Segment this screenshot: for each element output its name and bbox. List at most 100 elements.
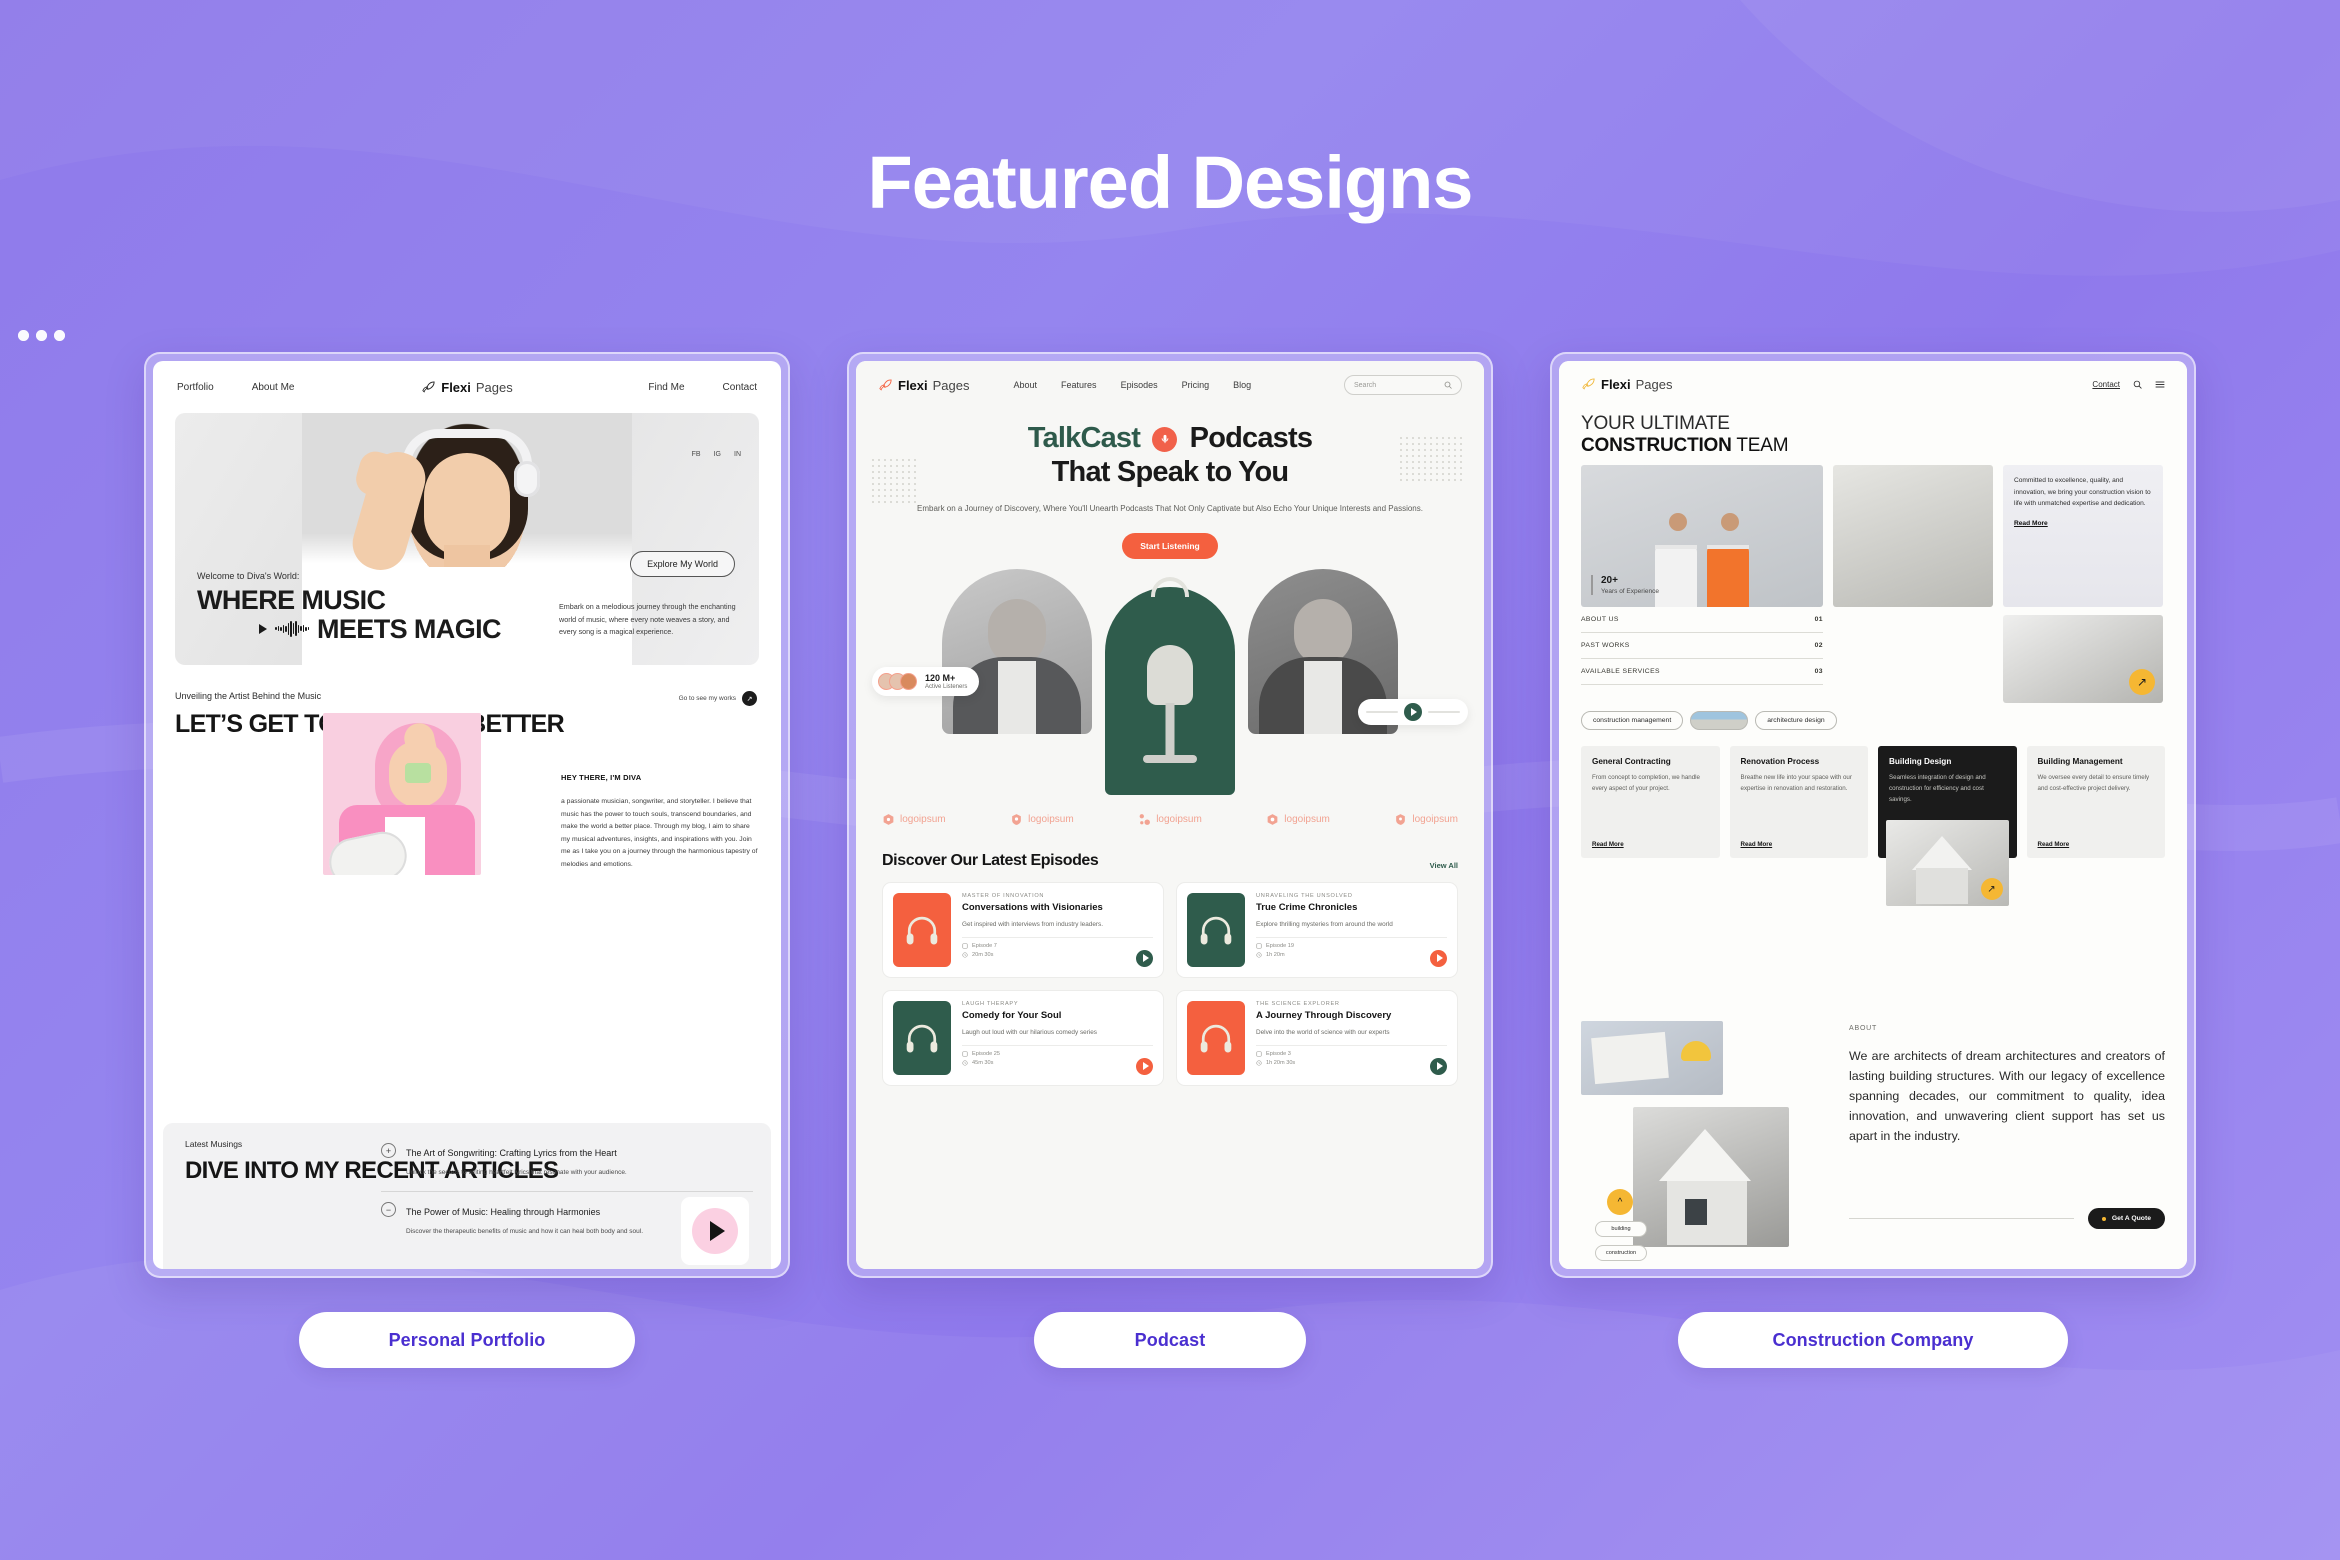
episode-card[interactable]: THE SCIENCE EXPLORER A Journey Through D…	[1176, 989, 1458, 1086]
service-desc: Seamless integration of design and const…	[1889, 774, 1986, 803]
menu-row-about-us[interactable]: ABOUT US 01	[1581, 607, 1823, 633]
mini-tag-construction[interactable]: construction	[1595, 1245, 1647, 1261]
social-ig[interactable]: IG	[714, 451, 721, 458]
arrow-up-right-icon: ↗	[742, 691, 757, 706]
episode-icon	[1256, 1051, 1262, 1057]
service-card-general-contracting[interactable]: General Contracting From concept to comp…	[1581, 746, 1720, 858]
player-play-button[interactable]	[1404, 702, 1422, 721]
design-card-construction-company[interactable]: Flexi Pages Contact YOUR ULTIMATE CONSTRU…	[18, 329, 2196, 1368]
plus-icon[interactable]: +	[381, 1143, 396, 1158]
accordion-title: The Art of Songwriting: Crafting Lyrics …	[406, 1148, 617, 1158]
episode-kicker: THE SCIENCE EXPLORER	[1256, 1000, 1340, 1007]
stat-number: 120 M+	[925, 672, 956, 683]
hamburger-menu-icon[interactable]	[2155, 380, 2165, 389]
get-a-quote-button[interactable]: Get A Quote	[2087, 1208, 2165, 1229]
nav-item-contact[interactable]: Contact	[723, 382, 757, 393]
hero-text-block: Welcome to Diva's World: WHERE MUSIC MEE…	[197, 571, 502, 643]
episode-kicker: MASTER OF INNOVATION	[962, 892, 1045, 899]
nav-item-contact[interactable]: Contact	[2092, 380, 2120, 389]
card-label-personal-portfolio[interactable]: Personal Portfolio	[299, 1312, 635, 1368]
start-listening-button[interactable]: Start Listening	[1122, 532, 1218, 559]
construction-site: Flexi Pages Contact YOUR ULTIMATE CONSTRU…	[1559, 361, 2187, 1269]
arrow-up-right-button[interactable]: ↗	[1980, 878, 2003, 900]
nav-item-about-me[interactable]: About Me	[252, 382, 295, 393]
browser-frame-3: Flexi Pages Contact YOUR ULTIMATE CONSTRU…	[18, 329, 2196, 1278]
card-label-podcast[interactable]: Podcast	[1034, 1312, 1306, 1368]
service-title: Renovation Process	[1740, 757, 1820, 766]
nav-item-pricing[interactable]: Pricing	[1182, 380, 1210, 390]
service-read-more[interactable]: Read More	[2038, 841, 2070, 848]
social-fb[interactable]: FB	[692, 451, 701, 458]
window-dot-maximize[interactable]	[54, 329, 65, 341]
episode-number: Episode 19	[1256, 943, 1447, 949]
nav-item-episodes[interactable]: Episodes	[1121, 380, 1158, 390]
episode-play-button[interactable]	[1136, 949, 1153, 967]
brand-logo-2[interactable]: Flexi Pages	[878, 378, 970, 393]
hero-note-read-more[interactable]: Read More	[2014, 520, 2048, 527]
window-dot-minimize[interactable]	[36, 329, 47, 341]
hero-title-podcasts: Podcasts	[1189, 422, 1313, 454]
play-triangle-icon[interactable]	[259, 623, 267, 634]
play-icon	[709, 1221, 725, 1241]
explore-my-world-button[interactable]: Explore My World	[630, 551, 735, 577]
mini-tag-building[interactable]: building	[1595, 1221, 1647, 1237]
service-card-renovation-process[interactable]: Renovation Process Breathe new life into…	[1729, 746, 1868, 858]
social-in[interactable]: IN	[734, 451, 741, 458]
tag-architecture-design[interactable]: architecture design	[1755, 711, 1837, 730]
episodes-heading: Discover Our Latest Episodes	[882, 851, 1099, 869]
nav-item-features[interactable]: Features	[1061, 380, 1097, 390]
search-icon[interactable]	[2133, 380, 2142, 389]
progress-bar[interactable]	[1366, 710, 1398, 713]
go-to-works-link[interactable]: Go to see my works ↗	[679, 691, 757, 706]
service-read-more[interactable]: Read More	[1741, 841, 1773, 848]
episode-card[interactable]: UNRAVELING THE UNSOLVED True Crime Chron…	[1176, 881, 1458, 978]
helmet-icon	[1681, 1041, 1711, 1061]
episode-kicker: LAUGH THERAPY	[962, 1000, 1019, 1007]
search-input[interactable]: Search	[1344, 375, 1462, 395]
tag-construction-management[interactable]: construction management	[1581, 711, 1684, 730]
video-play-button[interactable]	[681, 1197, 749, 1265]
brand-light-3: Pages	[1635, 376, 1673, 392]
episodes-grid: MASTER OF INNOVATION Conversations with …	[856, 870, 1484, 1086]
nav-item-portfolio[interactable]: Portfolio	[177, 382, 214, 393]
headphones-icon	[906, 1024, 938, 1053]
audio-player[interactable]	[1358, 698, 1468, 725]
episode-title: A Journey Through Discovery	[1256, 1009, 1392, 1021]
rocket-icon	[422, 380, 435, 393]
episode-card[interactable]: LAUGH THERAPY Comedy for Your Soul Laugh…	[882, 989, 1164, 1086]
clock-icon	[1256, 1060, 1262, 1066]
window-dot-close[interactable]	[18, 329, 29, 341]
menu-row-past-works[interactable]: PAST WORKS 02	[1581, 633, 1823, 659]
episode-play-button[interactable]	[1136, 1057, 1153, 1075]
brand-logo-1[interactable]: Flexi Pages	[421, 380, 513, 395]
episode-icon	[1256, 943, 1262, 949]
design-card-personal-portfolio[interactable]: Portfolio About Me Flexi Pages Find Me C…	[18, 329, 790, 1368]
logo-label: logoipsum	[1284, 813, 1330, 825]
episode-play-button[interactable]	[1430, 949, 1447, 967]
browser-titlebar-3	[6, 324, 65, 346]
headphones-icon	[1151, 576, 1189, 597]
service-card-building-design[interactable]: Building Design Seamless integration of …	[1878, 746, 2017, 906]
episode-desc: Explore thrilling mysteries from around …	[1256, 920, 1393, 928]
episode-artwork	[893, 892, 951, 967]
episode-title: True Crime Chronicles	[1256, 901, 1358, 913]
design-card-podcast[interactable]: Flexi Pages About Features Episodes Prici…	[18, 329, 1493, 1368]
minus-icon[interactable]: −	[381, 1202, 396, 1218]
episode-card[interactable]: MASTER OF INNOVATION Conversations with …	[882, 881, 1164, 978]
arrow-up-right-button[interactable]: ↗	[2129, 669, 2155, 695]
menu-row-available-services[interactable]: AVAILABLE SERVICES 03	[1581, 659, 1823, 685]
nav-item-find-me[interactable]: Find Me	[648, 382, 684, 393]
service-read-more[interactable]: Read More	[1592, 841, 1624, 848]
episode-play-button[interactable]	[1430, 1057, 1447, 1075]
card-label-construction-company[interactable]: Construction Company	[1678, 1312, 2068, 1368]
nav-item-about[interactable]: About	[1014, 380, 1038, 390]
nav-item-blog[interactable]: Blog	[1233, 380, 1251, 390]
view-all-link[interactable]: View All	[1430, 861, 1458, 870]
scroll-up-button[interactable]: ^	[1607, 1189, 1633, 1215]
service-tags-row: construction management architecture des…	[1559, 703, 2187, 730]
menu-row-number: 02	[1814, 642, 1823, 649]
progress-bar-right[interactable]	[1428, 710, 1460, 713]
service-card-building-management[interactable]: Building Management We oversee every det…	[2026, 746, 2165, 858]
brand-logo-3[interactable]: Flexi Pages	[1581, 377, 1673, 392]
accordion-item[interactable]: + The Art of Songwriting: Crafting Lyric…	[381, 1137, 753, 1184]
